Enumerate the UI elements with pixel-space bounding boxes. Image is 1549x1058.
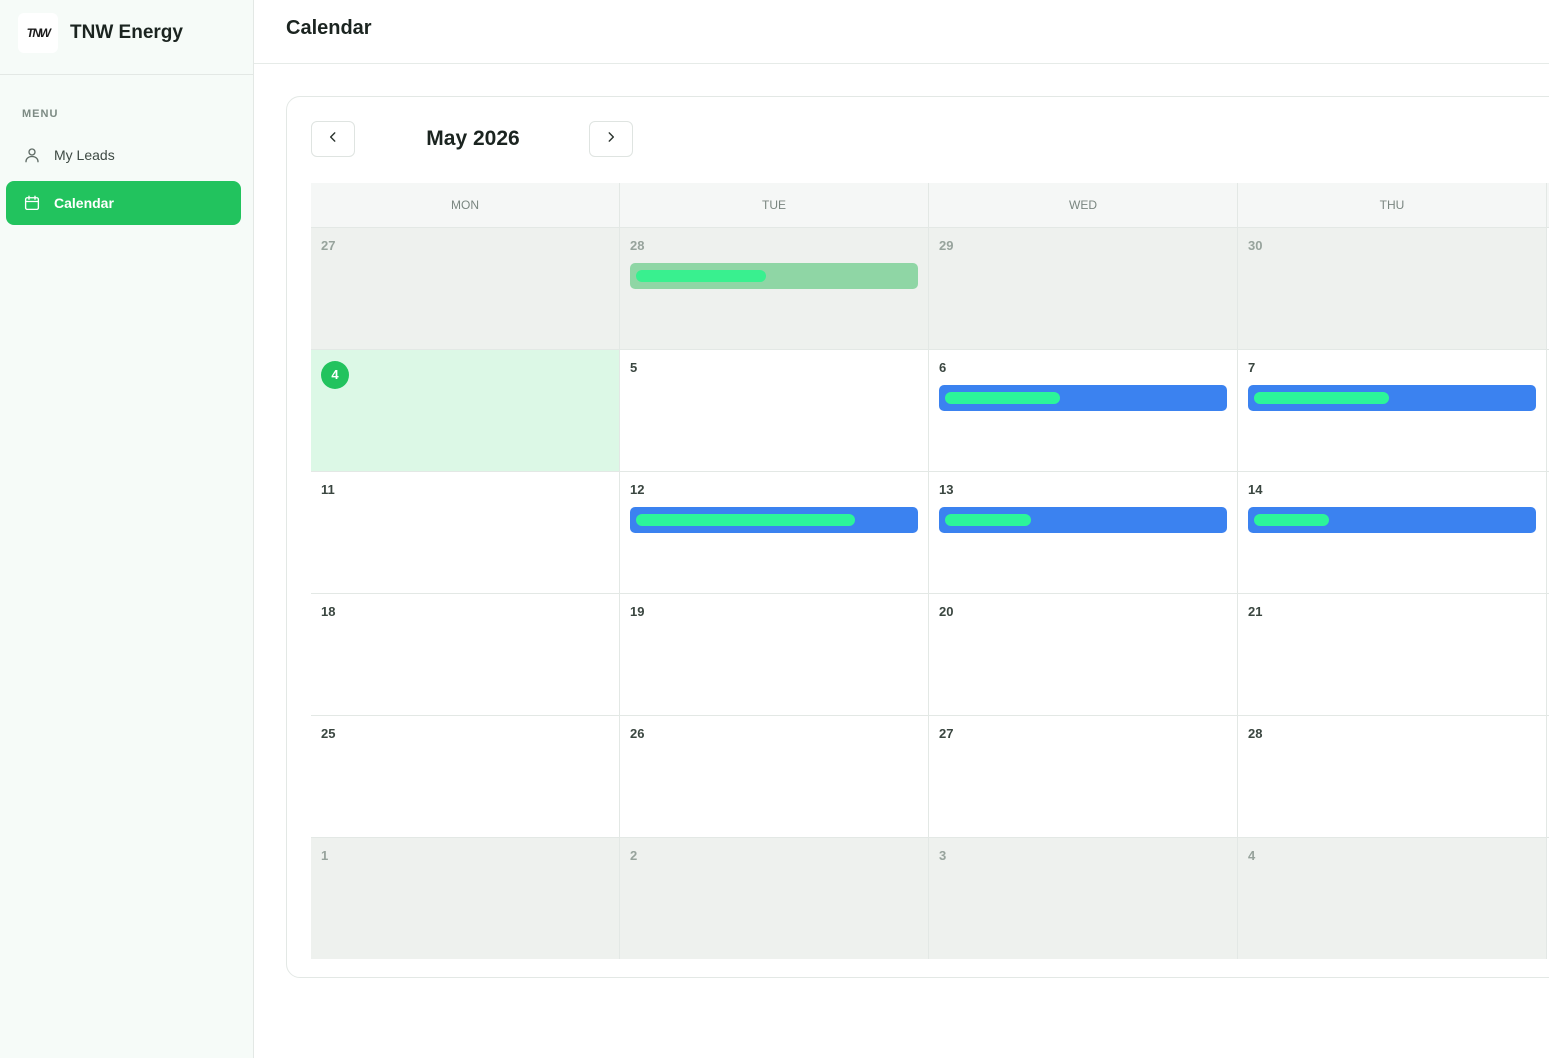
day-cell[interactable]: 25 — [311, 716, 620, 837]
week-row: 25 26 27 28 — [311, 716, 1549, 838]
event-title-redacted — [636, 270, 766, 282]
calendar-icon — [22, 193, 42, 213]
day-cell[interactable]: 2 — [620, 838, 929, 959]
weekday-header: TUE — [620, 183, 929, 227]
event-title-redacted — [1254, 514, 1329, 526]
day-number: 1 — [321, 848, 329, 863]
day-number: 11 — [321, 482, 335, 497]
day-cell[interactable]: 6 — [929, 350, 1238, 471]
day-cell[interactable]: 5 — [620, 350, 929, 471]
sidebar: TNW TNW Energy MENU My Leads Calendar — [0, 0, 254, 1058]
week-row: 11 12 13 14 — [311, 472, 1549, 594]
event-title-redacted — [1254, 392, 1389, 404]
calendar-grid: MON TUE WED THU 27 28 29 30 4 5 6 7 11 12 13 14 18 19 20 2… — [311, 183, 1549, 959]
day-number: 30 — [1248, 238, 1263, 253]
sidebar-item-label: Calendar — [54, 195, 114, 211]
day-cell[interactable]: 20 — [929, 594, 1238, 715]
event-title-redacted — [945, 392, 1060, 404]
day-cell[interactable]: 19 — [620, 594, 929, 715]
next-month-button[interactable] — [589, 121, 633, 157]
prev-month-button[interactable] — [311, 121, 355, 157]
day-number: 13 — [939, 482, 954, 497]
event-title-redacted — [945, 514, 1031, 526]
calendar-event[interactable] — [630, 263, 918, 289]
day-cell[interactable]: 29 — [929, 228, 1238, 349]
day-number: 27 — [939, 726, 954, 741]
brand-logo[interactable]: TNW — [18, 13, 58, 53]
day-number: 19 — [630, 604, 645, 619]
day-number: 26 — [630, 726, 645, 741]
day-cell[interactable]: 12 — [620, 472, 929, 593]
calendar-event[interactable] — [1248, 507, 1536, 533]
day-cell[interactable]: 3 — [929, 838, 1238, 959]
calendar-event[interactable] — [939, 385, 1227, 411]
day-number: 2 — [630, 848, 638, 863]
day-number: 4 — [321, 361, 349, 389]
day-cell[interactable]: 26 — [620, 716, 929, 837]
calendar-event[interactable] — [630, 507, 918, 533]
day-cell[interactable]: 18 — [311, 594, 620, 715]
day-cell[interactable]: 30 — [1238, 228, 1547, 349]
week-row: 27 28 29 30 — [311, 228, 1549, 350]
day-number: 6 — [939, 360, 947, 375]
week-row: 18 19 20 21 — [311, 594, 1549, 716]
week-row: 4 5 6 7 — [311, 350, 1549, 472]
day-number: 25 — [321, 726, 336, 741]
day-number: 3 — [939, 848, 947, 863]
calendar-event[interactable] — [939, 507, 1227, 533]
day-cell[interactable]: 11 — [311, 472, 620, 593]
day-cell[interactable]: 28 — [620, 228, 929, 349]
calendar-card: May 2026 MON TUE WED THU 27 28 29 30 4 5 6 7 11 12 13… — [286, 96, 1549, 978]
day-number: 4 — [1248, 848, 1256, 863]
brand-header: TNW TNW Energy — [0, 0, 253, 75]
chevron-right-icon — [604, 130, 618, 149]
user-icon — [22, 145, 42, 165]
day-number: 28 — [1248, 726, 1263, 741]
calendar-event[interactable] — [1248, 385, 1536, 411]
brand-name: TNW Energy — [70, 22, 183, 43]
weekday-header: MON — [311, 183, 620, 227]
week-row: 1 2 3 4 — [311, 838, 1549, 959]
day-cell[interactable]: 21 — [1238, 594, 1547, 715]
day-number: 28 — [630, 238, 645, 253]
day-number: 7 — [1248, 360, 1256, 375]
sidebar-item-my-leads[interactable]: My Leads — [6, 133, 241, 177]
month-title: May 2026 — [426, 127, 520, 150]
day-number: 29 — [939, 238, 954, 253]
day-number: 27 — [321, 238, 336, 253]
page-header: Calendar — [254, 0, 1549, 64]
page-title: Calendar — [286, 17, 372, 39]
day-number: 20 — [939, 604, 954, 619]
day-cell[interactable]: 7 — [1238, 350, 1547, 471]
chevron-left-icon — [326, 130, 340, 149]
day-cell[interactable]: 28 — [1238, 716, 1547, 837]
day-number: 21 — [1248, 604, 1263, 619]
day-cell[interactable]: 4 — [1238, 838, 1547, 959]
day-cell[interactable]: 14 — [1238, 472, 1547, 593]
event-title-redacted — [636, 514, 855, 526]
sidebar-item-label: My Leads — [54, 147, 115, 163]
day-number: 18 — [321, 604, 336, 619]
weekday-header: THU — [1238, 183, 1547, 227]
weekday-header: WED — [929, 183, 1238, 227]
day-cell[interactable]: 27 — [311, 228, 620, 349]
day-number: 14 — [1248, 482, 1263, 497]
menu-label: MENU — [22, 108, 59, 120]
day-cell[interactable]: 13 — [929, 472, 1238, 593]
brand-logo-text: TNW — [26, 26, 51, 40]
day-cell[interactable]: 27 — [929, 716, 1238, 837]
day-cell[interactable]: 1 — [311, 838, 620, 959]
day-cell-today[interactable]: 4 — [311, 350, 620, 471]
day-number: 12 — [630, 482, 645, 497]
sidebar-item-calendar[interactable]: Calendar — [6, 181, 241, 225]
day-number: 5 — [630, 360, 638, 375]
weekday-header-row: MON TUE WED THU — [311, 183, 1549, 228]
